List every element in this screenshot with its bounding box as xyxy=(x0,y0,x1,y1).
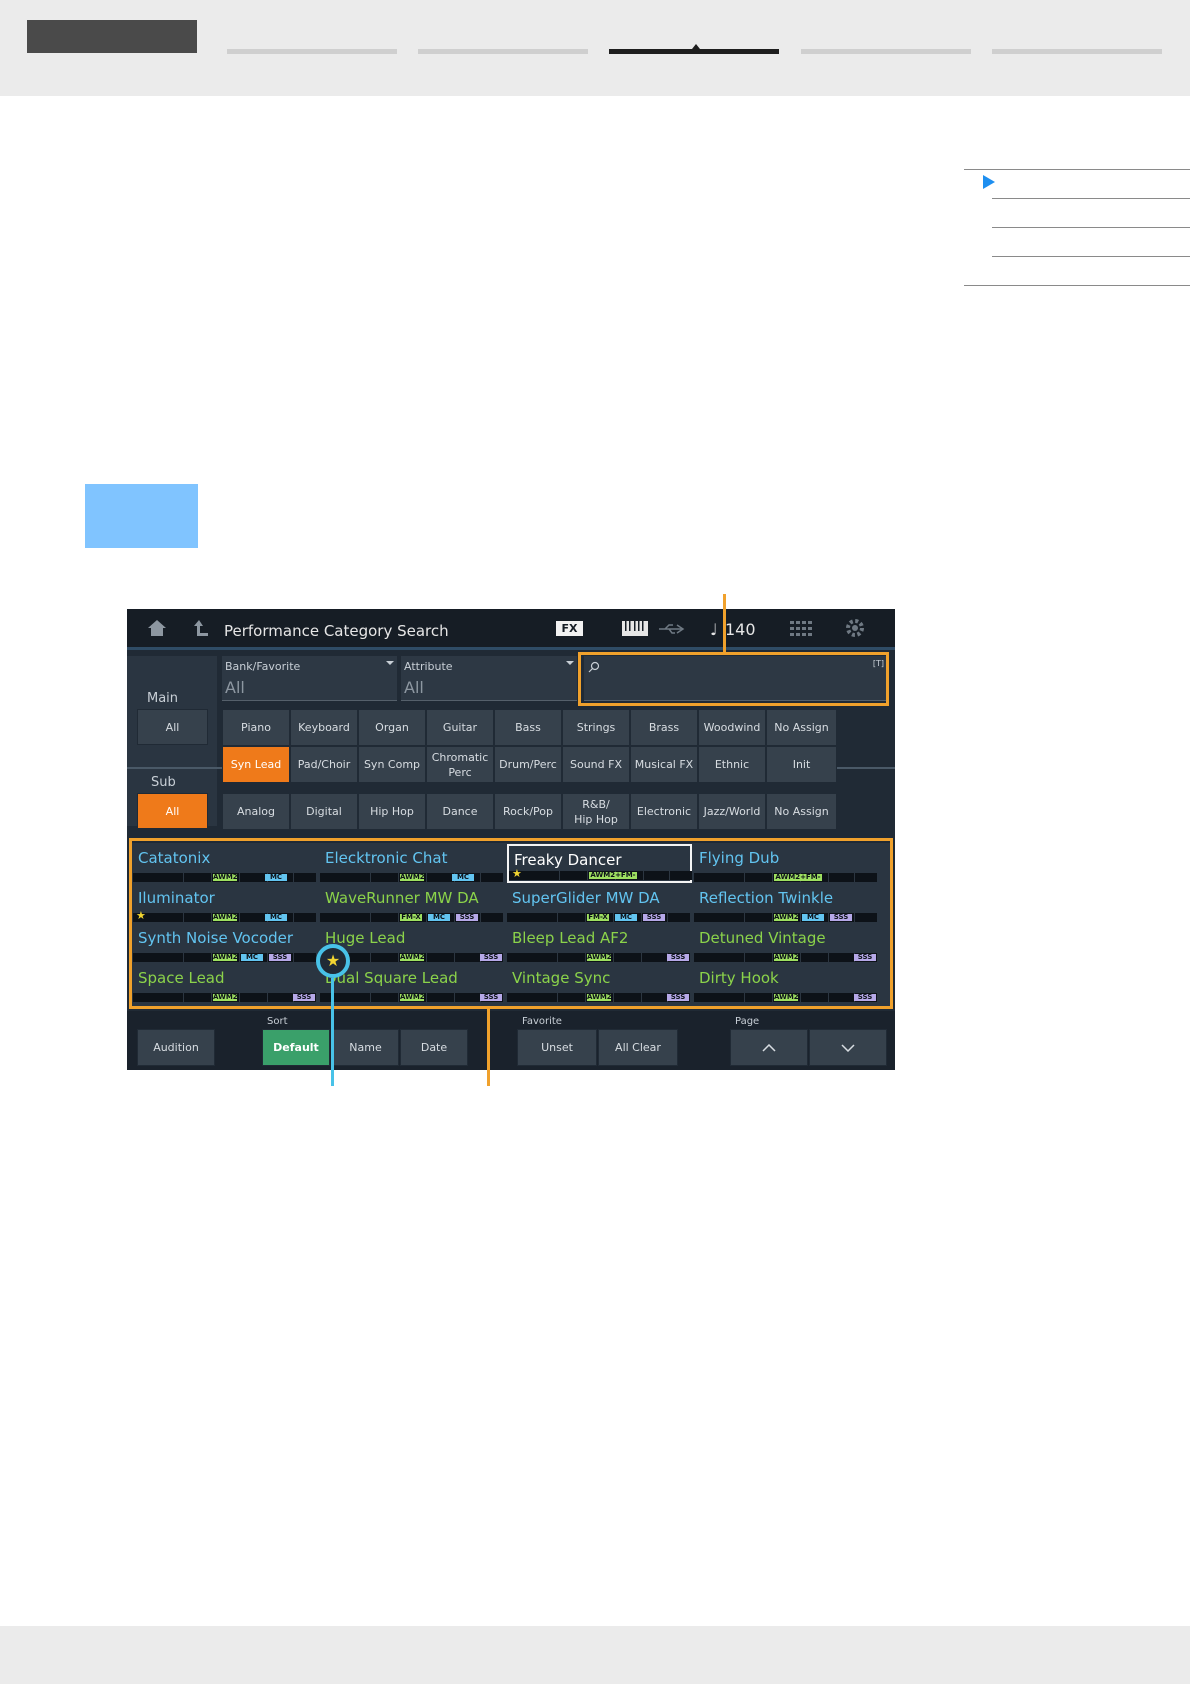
main-category-woodwind[interactable]: Woodwind xyxy=(698,709,766,746)
usb-icon xyxy=(659,624,685,634)
main-category-musical-fx[interactable]: Musical FX xyxy=(630,746,698,783)
main-category-guitar[interactable]: Guitar xyxy=(426,709,494,746)
toc-divider xyxy=(992,198,1190,199)
sub-category-dance[interactable]: Dance xyxy=(426,793,494,830)
bank-favorite-field[interactable]: Bank/Favorite All xyxy=(222,656,397,701)
chevron-down-icon xyxy=(841,1043,855,1052)
result-list-callout xyxy=(129,838,893,1009)
toc-divider xyxy=(964,285,1190,286)
tempo-value[interactable]: 140 xyxy=(725,620,756,639)
page-up-button[interactable] xyxy=(730,1029,808,1066)
grid-icon[interactable] xyxy=(790,621,812,636)
main-category-ethnic[interactable]: Ethnic xyxy=(698,746,766,783)
main-category-strings[interactable]: Strings xyxy=(562,709,630,746)
sub-category-hip-hop[interactable]: Hip Hop xyxy=(358,793,426,830)
attribute-field[interactable]: Attribute All xyxy=(401,656,577,701)
audition-button[interactable]: Audition xyxy=(137,1029,215,1066)
sort-default-button[interactable]: Default xyxy=(262,1029,330,1066)
section-nav-4[interactable] xyxy=(801,49,971,54)
gear-icon[interactable] xyxy=(845,618,865,638)
bank-favorite-label: Bank/Favorite xyxy=(225,660,301,673)
screen-title: Performance Category Search xyxy=(224,622,449,640)
sub-category-label: Sub xyxy=(151,775,176,790)
toc-divider xyxy=(992,227,1190,228)
keyboard-icon xyxy=(622,621,648,636)
favorite-all-clear-button[interactable]: All Clear xyxy=(598,1029,678,1066)
toc-divider xyxy=(964,169,1190,170)
title-bar: Performance Category Search FX ♩ 140 xyxy=(127,609,895,650)
main-category-no-assign[interactable]: No Assign xyxy=(766,709,837,746)
result-callout-leader xyxy=(487,1009,490,1086)
main-category-piano[interactable]: Piano xyxy=(222,709,290,746)
page-down-button[interactable] xyxy=(809,1029,887,1066)
favorite-unset-button[interactable]: Unset xyxy=(517,1029,597,1066)
favorite-label: Favorite xyxy=(522,1016,562,1027)
sub-category-jazz-world[interactable]: Jazz/World xyxy=(698,793,766,830)
chapter-block xyxy=(27,20,197,53)
section-nav-1[interactable] xyxy=(227,49,397,54)
main-category-chromatic-perc[interactable]: Chromatic Perc xyxy=(426,746,494,783)
main-category-label: Main xyxy=(147,691,179,706)
sub-category-r-b-hip-hop[interactable]: R&B/ Hip Hop xyxy=(562,793,630,830)
sub-category-analog[interactable]: Analog xyxy=(222,793,290,830)
dropdown-arrow-icon xyxy=(386,661,394,665)
bank-favorite-value: All xyxy=(225,678,245,697)
sort-date-button[interactable]: Date xyxy=(400,1029,468,1066)
dropdown-arrow-icon xyxy=(566,661,574,665)
step-marker xyxy=(85,484,198,548)
sub-category-rock-pop[interactable]: Rock/Pop xyxy=(494,793,562,830)
main-category-drum-perc[interactable]: Drum/Perc xyxy=(494,746,562,783)
sub-category-no-assign[interactable]: No Assign xyxy=(766,793,837,830)
favorite-callout-leader xyxy=(331,978,334,1086)
favorite-star-callout-icon: ★ xyxy=(316,944,350,978)
sort-label: Sort xyxy=(267,1016,288,1027)
main-category-keyboard[interactable]: Keyboard xyxy=(290,709,358,746)
search-field-callout xyxy=(578,652,889,706)
main-category-bass[interactable]: Bass xyxy=(494,709,562,746)
main-all-button[interactable]: All xyxy=(137,709,208,745)
section-nav-5[interactable] xyxy=(992,49,1162,54)
section-nav-2[interactable] xyxy=(418,49,588,54)
search-callout-leader xyxy=(723,594,726,652)
main-category-brass[interactable]: Brass xyxy=(630,709,698,746)
home-icon[interactable] xyxy=(147,619,167,637)
main-category-syn-comp[interactable]: Syn Comp xyxy=(358,746,426,783)
attribute-value: All xyxy=(404,678,424,697)
toc-play-icon xyxy=(983,175,995,189)
sub-category-electronic[interactable]: Electronic xyxy=(630,793,698,830)
toc-divider xyxy=(992,256,1190,257)
attribute-label: Attribute xyxy=(404,660,453,673)
main-category-sound-fx[interactable]: Sound FX xyxy=(562,746,630,783)
sub-all-button[interactable]: All xyxy=(137,793,208,829)
main-category-pad-choir[interactable]: Pad/Choir xyxy=(290,746,358,783)
main-category-init[interactable]: Init xyxy=(766,746,837,783)
page-label: Page xyxy=(735,1016,760,1027)
fx-badge: FX xyxy=(556,621,583,636)
active-section-marker xyxy=(692,44,700,49)
note-icon: ♩ xyxy=(710,620,718,639)
main-category-organ[interactable]: Organ xyxy=(358,709,426,746)
section-nav-3-active[interactable] xyxy=(609,49,779,54)
page-footer-band xyxy=(0,1626,1190,1684)
sub-category-digital[interactable]: Digital xyxy=(290,793,358,830)
main-category-syn-lead[interactable]: Syn Lead xyxy=(222,746,290,783)
sort-name-button[interactable]: Name xyxy=(332,1029,399,1066)
back-icon[interactable] xyxy=(193,619,209,637)
chevron-up-icon xyxy=(762,1043,776,1052)
